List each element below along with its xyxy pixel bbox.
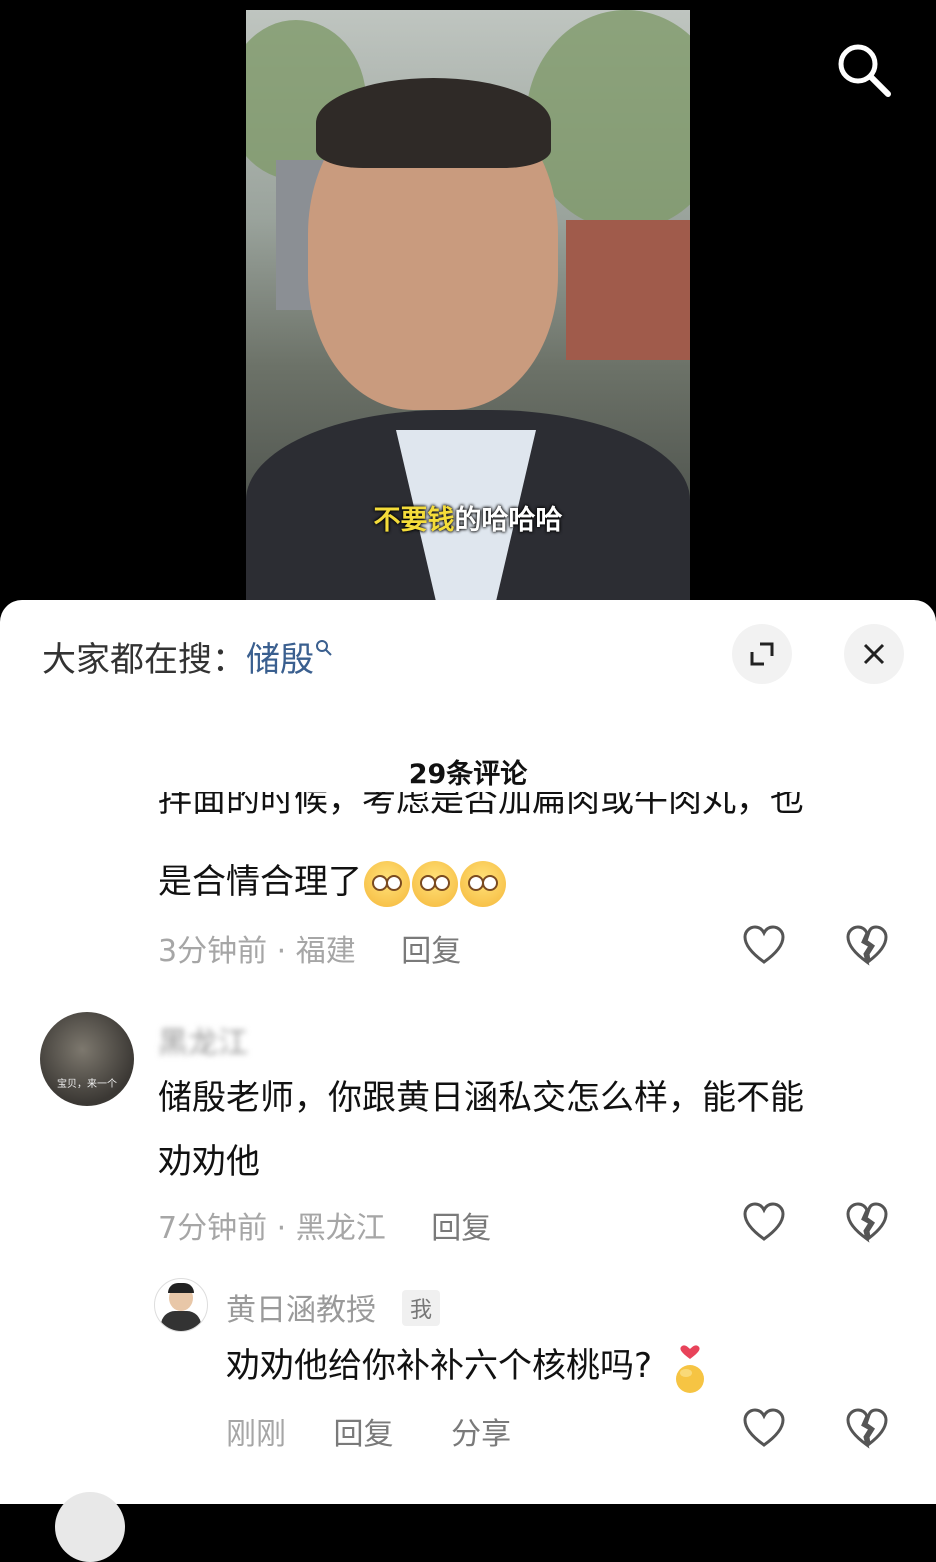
- reply-text-line: 劝劝他给你补补六个核桃吗?: [226, 1346, 653, 1386]
- heart-icon[interactable]: [742, 1201, 786, 1243]
- reply-button[interactable]: 回复: [401, 934, 461, 969]
- finger-heart-icon: [676, 1344, 705, 1393]
- broken-heart-icon[interactable]: [845, 1201, 889, 1243]
- comment-meta: 3分钟前 · 福建 回复: [158, 926, 461, 970]
- reply-username[interactable]: 黄日涵教授: [226, 1285, 376, 1329]
- subtitle-rest: 的哈哈哈: [454, 505, 563, 536]
- comment-text-line: 储殷老师，你跟黄日涵私交怎么样，能不能: [158, 1078, 804, 1118]
- rolling-eyes-emoji: [412, 860, 458, 907]
- finger-heart-emoji: [672, 1344, 708, 1393]
- rolling-eyes-emoji: [460, 860, 506, 907]
- heart-icon[interactable]: [742, 1407, 786, 1449]
- person-hair: [316, 78, 551, 168]
- search-button[interactable]: [832, 38, 894, 100]
- share-button[interactable]: 分享: [451, 1417, 511, 1452]
- avatar-caption: 宝贝，来一个: [57, 1079, 117, 1090]
- comment-text-line: 是合情合理了: [158, 862, 362, 902]
- search-icon: [838, 44, 891, 97]
- broken-heart-icon[interactable]: [845, 1407, 889, 1449]
- video-player[interactable]: 不要钱的哈哈哈: [0, 0, 936, 610]
- reply-button[interactable]: 回复: [334, 1417, 394, 1452]
- comment-username[interactable]: 黑龙江: [158, 1018, 248, 1062]
- video-frame[interactable]: 不要钱的哈哈哈: [246, 10, 690, 605]
- comment-time: 3分钟前: [158, 934, 268, 969]
- reply-avatar[interactable]: [154, 1278, 208, 1332]
- comment-meta: 7分钟前 · 黑龙江 回复: [158, 1203, 491, 1247]
- video-subtitle: 不要钱的哈哈哈: [246, 498, 690, 537]
- heart-icon[interactable]: [742, 924, 786, 966]
- comment-time: 7分钟前: [158, 1211, 268, 1246]
- next-comment-avatar[interactable]: [55, 1492, 125, 1562]
- small-search-icon: [316, 640, 332, 656]
- avatar-hair: [168, 1283, 194, 1293]
- expand-button[interactable]: [732, 624, 792, 684]
- comment-location: 黑龙江: [295, 1211, 386, 1246]
- broken-heart-icon[interactable]: [845, 924, 889, 966]
- close-icon: [863, 643, 885, 665]
- avatar[interactable]: 宝贝，来一个: [40, 1012, 134, 1106]
- reply-button[interactable]: 回复: [431, 1211, 491, 1246]
- close-button[interactable]: [844, 624, 904, 684]
- search-suggestion[interactable]: 大家都在搜：储殷: [42, 632, 334, 681]
- rolling-eyes-emoji: [364, 860, 410, 907]
- meta-separator: ·: [276, 934, 287, 969]
- search-suggestion-label: 大家都在搜：: [42, 640, 246, 680]
- reply-meta: 刚刚 回复 分享: [226, 1409, 511, 1453]
- comment-text-partial: 拌面的时候，考虑是否加扁肉或牛肉丸，也: [158, 792, 804, 836]
- expand-icon: [750, 642, 774, 666]
- comment-location: 福建: [295, 934, 356, 969]
- meta-separator: ·: [276, 1211, 287, 1246]
- avatar-suit: [161, 1311, 201, 1331]
- subtitle-highlight: 不要钱: [373, 505, 455, 536]
- me-badge: 我: [402, 1290, 441, 1326]
- comment-text: 是合情合理了: [158, 850, 506, 914]
- comments-count-title: 29条评论: [408, 759, 528, 790]
- background-building: [566, 220, 690, 360]
- search-suggestion-keyword[interactable]: 储殷: [246, 640, 314, 680]
- reply-text: 劝劝他给你补补六个核桃吗?: [226, 1334, 708, 1398]
- comment-text: 储殷老师，你跟黄日涵私交怎么样，能不能 劝劝他: [158, 1066, 804, 1194]
- reply-time: 刚刚: [226, 1417, 286, 1452]
- comment-text-line: 拌面的时候，考虑是否加扁肉或牛肉丸，也: [158, 792, 804, 820]
- comment-text-line: 劝劝他: [158, 1142, 260, 1182]
